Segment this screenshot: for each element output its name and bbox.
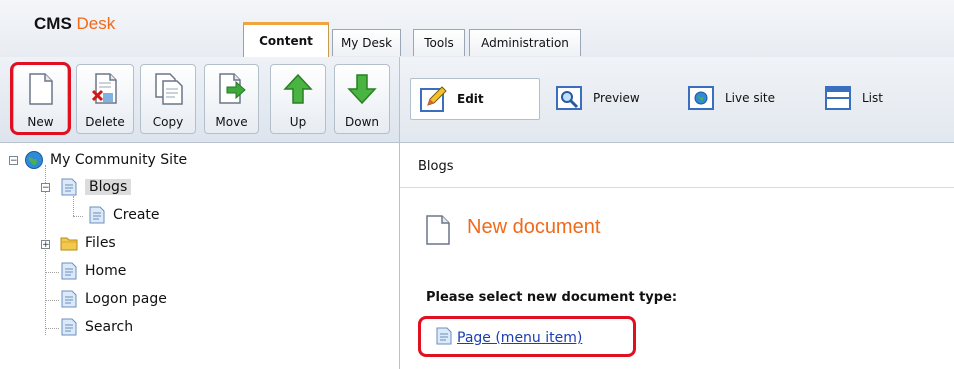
page-icon <box>59 317 79 337</box>
arrow-down-icon <box>344 71 380 107</box>
document-type-link-page[interactable]: Page (menu item) <box>436 327 582 349</box>
edit-mode-button[interactable]: Edit <box>410 78 540 120</box>
tab-my-desk-label: My Desk <box>340 36 393 50</box>
move-button[interactable]: Move <box>204 64 259 134</box>
list-mode-button[interactable]: List <box>824 78 883 118</box>
tree-connector <box>45 272 59 273</box>
tree-node-create-label: Create <box>113 207 160 223</box>
up-button[interactable]: Up <box>270 64 326 134</box>
list-view-icon <box>824 83 854 113</box>
tree-node-blogs-label: Blogs <box>85 179 132 195</box>
tab-administration[interactable]: Administration <box>469 29 581 56</box>
delete-document-icon <box>87 71 123 107</box>
tree-node-search[interactable]: Search <box>59 316 133 338</box>
tab-my-desk[interactable]: My Desk <box>332 29 401 56</box>
logo-text-desk: Desk <box>76 14 116 33</box>
preview-mode-label: Preview <box>593 91 640 105</box>
delete-button-label: Delete <box>85 115 125 129</box>
page-icon <box>59 261 79 281</box>
copy-button-label: Copy <box>152 115 184 129</box>
page-icon <box>87 205 107 225</box>
copy-document-icon <box>150 71 186 107</box>
tree-connector <box>73 216 83 217</box>
tree-node-files-label: Files <box>85 235 116 251</box>
page-title: New document <box>467 216 601 238</box>
tree-node-home-label: Home <box>85 263 127 279</box>
arrow-up-icon <box>280 71 316 107</box>
live-site-mode-button[interactable]: Live site <box>687 78 775 118</box>
edit-pencil-icon <box>419 84 449 114</box>
down-button[interactable]: Down <box>334 64 390 134</box>
tree-node-home[interactable]: Home <box>59 260 126 282</box>
delete-button[interactable]: Delete <box>76 64 134 134</box>
folder-icon <box>59 233 79 253</box>
preview-magnifier-icon <box>555 83 585 113</box>
live-site-mode-label: Live site <box>725 91 775 105</box>
tree-node-search-label: Search <box>85 319 134 335</box>
tree-connector <box>45 328 59 329</box>
move-document-icon <box>214 71 250 107</box>
up-button-label: Up <box>289 115 307 129</box>
breadcrumb-bar <box>400 143 954 188</box>
tab-administration-label: Administration <box>481 36 569 50</box>
tree-node-logon-page[interactable]: Logon page <box>59 288 167 310</box>
move-button-label: Move <box>215 115 248 129</box>
tree-node-logon-page-label: Logon page <box>85 291 167 307</box>
preview-mode-button[interactable]: Preview <box>555 78 640 118</box>
edit-mode-label: Edit <box>457 92 484 106</box>
globe-icon <box>687 83 717 113</box>
new-button-highlight <box>10 62 71 135</box>
tree-node-root[interactable]: My Community Site <box>24 149 187 171</box>
copy-button[interactable]: Copy <box>140 64 196 134</box>
expand-files-toggle[interactable]: + <box>41 240 50 250</box>
tree-node-files[interactable]: Files <box>59 232 116 254</box>
page-icon <box>59 177 79 197</box>
down-button-label: Down <box>344 115 379 129</box>
breadcrumb: Blogs <box>418 159 454 174</box>
document-type-link-label: Page (menu item) <box>457 330 583 346</box>
collapse-blogs-toggle[interactable]: − <box>41 183 50 193</box>
page-icon <box>59 289 79 309</box>
tab-content[interactable]: Content <box>243 22 329 57</box>
logo-text-cms: CMS <box>34 14 72 33</box>
tree-node-create[interactable]: Create <box>87 204 160 226</box>
globe-icon <box>24 150 44 170</box>
new-document-icon <box>425 215 451 248</box>
collapse-root-toggle[interactable]: − <box>9 156 18 166</box>
app-logo: CMS Desk <box>34 14 115 34</box>
document-type-prompt: Please select new document type: <box>426 290 678 305</box>
tree-node-blogs[interactable]: Blogs <box>59 176 132 198</box>
tab-tools[interactable]: Tools <box>413 29 465 56</box>
tab-tools-label: Tools <box>424 36 454 50</box>
tree-node-root-label: My Community Site <box>50 152 188 168</box>
list-mode-label: List <box>862 91 883 105</box>
page-icon <box>436 327 452 349</box>
tab-content-label: Content <box>259 34 313 48</box>
tree-connector <box>45 300 59 301</box>
tree-connector <box>73 196 74 216</box>
